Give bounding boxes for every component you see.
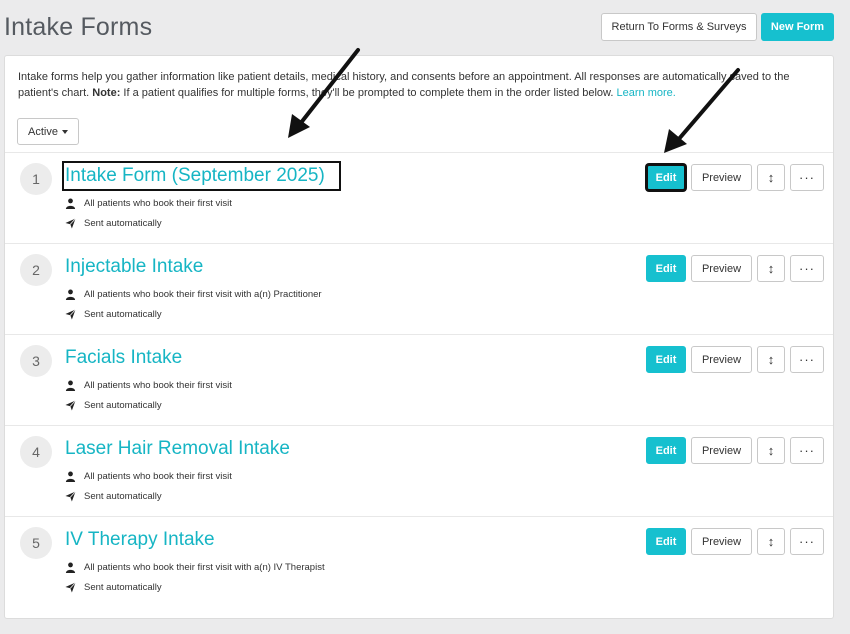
form-delivery-text: Sent automatically	[84, 582, 162, 593]
preview-button[interactable]: Preview	[691, 255, 752, 282]
reorder-arrows-icon[interactable]: ↕	[757, 437, 785, 464]
form-order-number: 3	[20, 345, 52, 377]
form-audience-text: All patients who book their first visit …	[84, 289, 322, 300]
forms-list: 1 Intake Form (September 2025) All patie…	[5, 152, 833, 607]
person-icon	[65, 198, 76, 209]
new-form-button[interactable]: New Form	[761, 13, 834, 41]
note-label: Note:	[92, 87, 121, 99]
paper-plane-icon	[65, 309, 76, 320]
form-order-number: 1	[20, 163, 52, 195]
paper-plane-icon	[65, 491, 76, 502]
form-actions: Edit Preview ↕ ···	[646, 346, 824, 373]
form-actions: Edit Preview ↕ ···	[646, 528, 824, 555]
form-title-link[interactable]: Injectable Intake	[65, 256, 203, 278]
status-filter-value: Active	[28, 125, 58, 138]
form-audience: All patients who book their first visit	[65, 471, 232, 482]
reorder-arrows-icon[interactable]: ↕	[757, 164, 785, 191]
form-row: 3 Facials Intake All patients who book t…	[5, 334, 833, 425]
reorder-arrows-icon[interactable]: ↕	[757, 346, 785, 373]
page-title: Intake Forms	[4, 13, 153, 41]
highlight-box	[62, 161, 341, 191]
form-actions: Edit Preview ↕ ···	[646, 164, 824, 191]
intro-text: Intake forms help you gather information…	[18, 69, 818, 101]
form-delivery-text: Sent automatically	[84, 400, 162, 411]
form-delivery: Sent automatically	[65, 218, 162, 229]
form-title-link[interactable]: Laser Hair Removal Intake	[65, 438, 290, 460]
form-delivery: Sent automatically	[65, 400, 162, 411]
paper-plane-icon	[65, 218, 76, 229]
edit-button[interactable]: Edit	[646, 164, 686, 191]
return-to-forms-button[interactable]: Return To Forms & Surveys	[601, 13, 757, 41]
form-row: 5 IV Therapy Intake All patients who boo…	[5, 516, 833, 607]
form-delivery: Sent automatically	[65, 491, 162, 502]
form-delivery-text: Sent automatically	[84, 218, 162, 229]
person-icon	[65, 289, 76, 300]
form-actions: Edit Preview ↕ ···	[646, 255, 824, 282]
form-audience-text: All patients who book their first visit	[84, 471, 232, 482]
preview-button[interactable]: Preview	[691, 528, 752, 555]
form-delivery: Sent automatically	[65, 309, 162, 320]
form-row: 2 Injectable Intake All patients who boo…	[5, 243, 833, 334]
form-delivery-text: Sent automatically	[84, 309, 162, 320]
more-options-icon[interactable]: ···	[790, 528, 824, 555]
form-order-number: 2	[20, 254, 52, 286]
form-actions: Edit Preview ↕ ···	[646, 437, 824, 464]
form-audience: All patients who book their first visit	[65, 380, 232, 391]
reorder-arrows-icon[interactable]: ↕	[757, 528, 785, 555]
preview-button[interactable]: Preview	[691, 164, 752, 191]
form-order-number: 5	[20, 527, 52, 559]
form-audience-text: All patients who book their first visit	[84, 380, 232, 391]
edit-button[interactable]: Edit	[646, 528, 686, 555]
more-options-icon[interactable]: ···	[790, 164, 824, 191]
form-audience-text: All patients who book their first visit	[84, 198, 232, 209]
edit-button[interactable]: Edit	[646, 346, 686, 373]
person-icon	[65, 471, 76, 482]
more-options-icon[interactable]: ···	[790, 255, 824, 282]
preview-button[interactable]: Preview	[691, 437, 752, 464]
form-order-number: 4	[20, 436, 52, 468]
edit-button[interactable]: Edit	[646, 255, 686, 282]
more-options-icon[interactable]: ···	[790, 437, 824, 464]
note-text: If a patient qualifies for multiple form…	[120, 87, 617, 99]
paper-plane-icon	[65, 582, 76, 593]
edit-button[interactable]: Edit	[646, 437, 686, 464]
caret-down-icon	[61, 129, 68, 134]
form-row: 1 Intake Form (September 2025) All patie…	[5, 152, 833, 243]
form-audience: All patients who book their first visit	[65, 198, 232, 209]
person-icon	[65, 380, 76, 391]
form-title-link[interactable]: IV Therapy Intake	[65, 529, 215, 551]
reorder-arrows-icon[interactable]: ↕	[757, 255, 785, 282]
form-title-link[interactable]: Facials Intake	[65, 347, 182, 369]
form-audience-text: All patients who book their first visit …	[84, 562, 325, 573]
form-row: 4 Laser Hair Removal Intake All patients…	[5, 425, 833, 516]
preview-button[interactable]: Preview	[691, 346, 752, 373]
form-audience: All patients who book their first visit …	[65, 562, 325, 573]
form-audience: All patients who book their first visit …	[65, 289, 322, 300]
learn-more-link[interactable]: Learn more.	[617, 87, 676, 99]
form-delivery-text: Sent automatically	[84, 491, 162, 502]
person-icon	[65, 562, 76, 573]
forms-panel: Intake forms help you gather information…	[4, 55, 834, 619]
form-delivery: Sent automatically	[65, 582, 162, 593]
paper-plane-icon	[65, 400, 76, 411]
more-options-icon[interactable]: ···	[790, 346, 824, 373]
status-filter-dropdown[interactable]: Active	[17, 118, 79, 145]
